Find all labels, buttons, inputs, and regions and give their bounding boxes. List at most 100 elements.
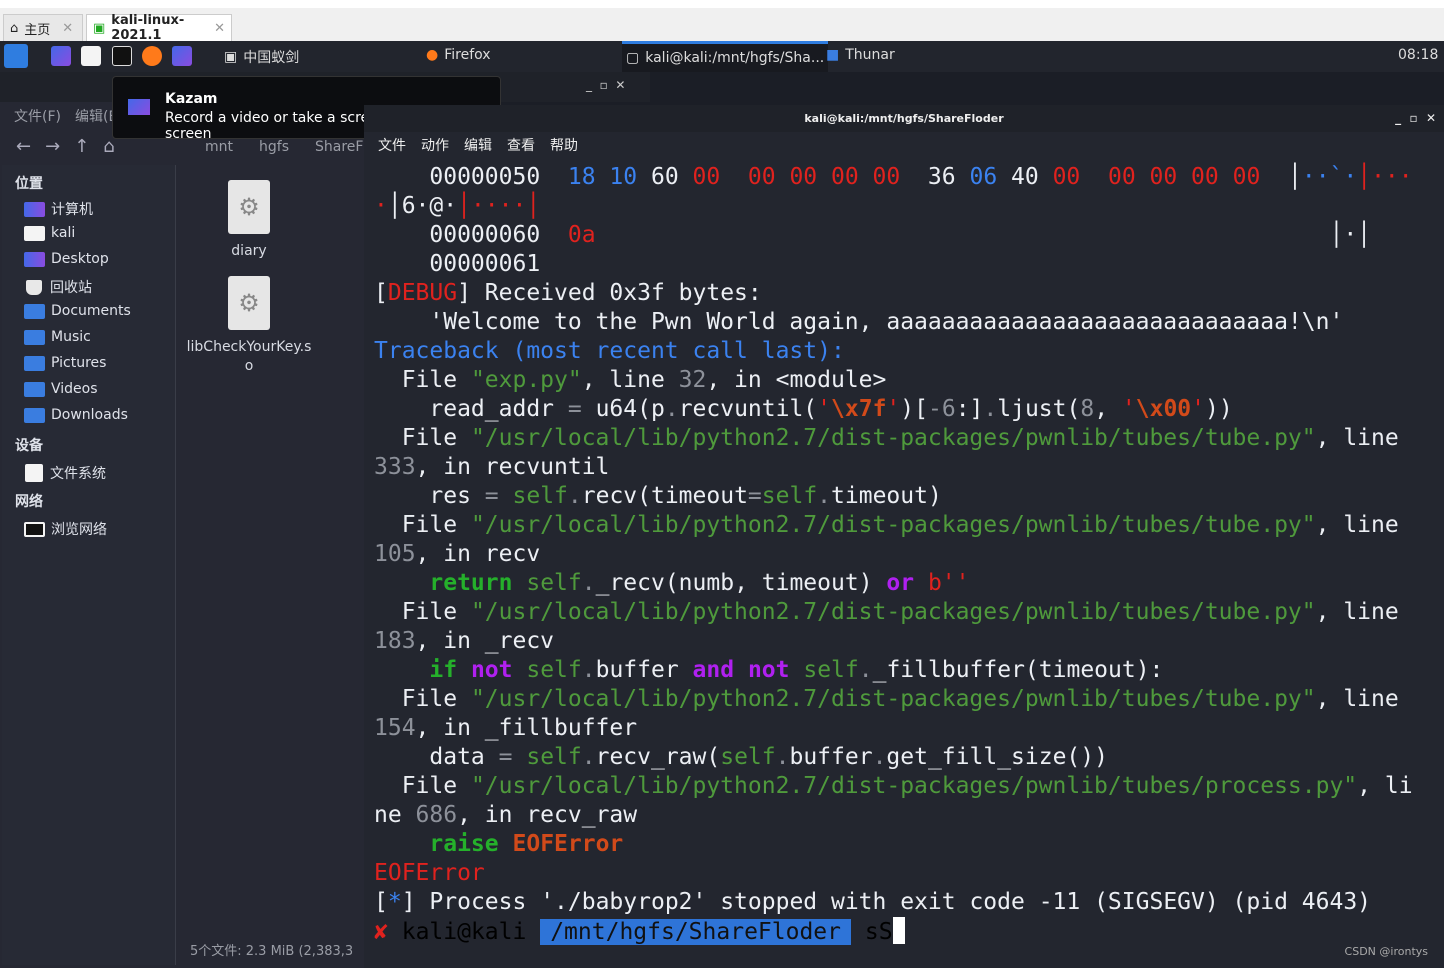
terminal-line: 333, in recvuntil [374, 453, 1413, 482]
terminal-text: "/usr/local/lib/python2.7/dist-packages/… [470, 686, 1316, 712]
terminal-text: 60 [650, 164, 693, 190]
task-thunar[interactable]: ■ Thunar [826, 47, 895, 63]
terminal-text: b'' [927, 570, 970, 596]
terminal-line: ·│6·@·│····│ [374, 192, 1413, 221]
shell-prompt[interactable]: ✘ kali@kali /mnt/hgfs/ShareFloder sS [374, 917, 905, 947]
home-icon[interactable]: ⌂ [103, 136, 114, 157]
terminal-text: self [720, 744, 776, 770]
kazam-icon[interactable] [172, 46, 192, 66]
terminal-line: data = self.recv_raw(self.buffer.get_fil… [374, 743, 1413, 772]
sidebar-item-music[interactable]: Music [24, 329, 91, 345]
firefox-icon: ● [426, 47, 439, 63]
terminal-line: [DEBUG] Received 0x3f bytes: [374, 279, 1413, 308]
task-firefox[interactable]: ● Firefox [426, 47, 491, 63]
file-item[interactable]: ⚙ diary [184, 180, 314, 261]
terminal-text: ' [1121, 396, 1136, 422]
terminal-text: \x7f [831, 396, 887, 422]
terminal-text: _recv(numb, timeout) [595, 570, 887, 596]
sidebar-item-network[interactable]: 浏览网络 [24, 519, 107, 539]
task-terminal[interactable]: ▢ kali@kali:/mnt/hgfs/Sha... [622, 41, 829, 72]
task-antsword[interactable]: ▣ 中国蚁剑 [224, 47, 299, 67]
up-icon[interactable]: ↑ [74, 136, 89, 157]
vm-icon: ▣ [93, 20, 106, 36]
sidebar-item-filesystem[interactable]: 文件系统 [24, 463, 106, 483]
firefox-icon[interactable] [142, 46, 162, 66]
sidebar-item-pictures[interactable]: Pictures [24, 355, 106, 371]
sidebar-item-kali[interactable]: kali [24, 225, 75, 241]
terminal-text: "/usr/local/lib/python2.7/dist-packages/… [470, 599, 1316, 625]
terminal-text: , in _fillbuffer [415, 715, 638, 741]
terminal-text: self [803, 657, 859, 683]
taskbar: ▣ 中国蚁剑 ● Firefox ▢ kali@kali:/mnt/hgfs/Sha.… [0, 41, 1444, 72]
terminal-text: = [747, 483, 762, 509]
kali-menu-icon[interactable] [4, 44, 28, 68]
desktop-icon [24, 251, 45, 267]
terminal-text: ne [374, 802, 416, 828]
terminal-text: │··· [1357, 164, 1413, 190]
terminal-text: 18 10 [567, 164, 651, 190]
sidebar-item-desktop[interactable]: Desktop [24, 251, 109, 267]
sidebar-item-downloads[interactable]: Downloads [24, 407, 128, 423]
watermark: CSDN @irontys [1344, 945, 1428, 958]
window-controls[interactable]: _ ▫ ✕ [1395, 105, 1436, 132]
terminal-text: . [983, 396, 998, 422]
fm-menubar: 文件(F) 编辑(E) [14, 109, 123, 125]
status-bar: 5个文件: 2.3 MiB (2,383,3 [190, 944, 354, 959]
terminal-text: , line [1315, 599, 1399, 625]
terminal-text: │·│ [595, 222, 1372, 248]
files-icon[interactable] [81, 46, 101, 66]
terminal-text: Traceback (most recent call last): [374, 338, 845, 364]
sidebar-item-videos[interactable]: Videos [24, 381, 98, 397]
terminal-output[interactable]: 00000050 18 10 60 00 00 00 00 00 36 06 4… [374, 163, 1413, 917]
terminal-text: recv_raw( [595, 744, 721, 770]
sidebar-item-trash[interactable]: 回收站 [24, 277, 92, 297]
terminal-titlebar: kali@kali:/mnt/hgfs/ShareFloder _ ▫ ✕ [364, 105, 1444, 132]
sidebar-item-documents[interactable]: Documents [24, 303, 131, 319]
terminal-text: "/usr/local/lib/python2.7/dist-packages/… [470, 773, 1358, 799]
terminal-text: not [747, 657, 790, 683]
terminal-icon[interactable] [112, 46, 132, 66]
terminal-text: 06 [969, 164, 1012, 190]
terminal-text: , line [1315, 425, 1399, 451]
tab-home[interactable]: ⌂ 主页 ✕ [3, 14, 83, 41]
documents-folder-icon [24, 303, 45, 319]
terminal-line: 154, in _fillbuffer [374, 714, 1413, 743]
terminal-line: File "/usr/local/lib/python2.7/dist-pack… [374, 685, 1413, 714]
terminal-text: . [858, 657, 873, 683]
terminal-text: 8 [1080, 396, 1095, 422]
terminal-text: , line [1315, 686, 1399, 712]
terminal-text: )[ [900, 396, 928, 422]
terminal-line: read_addr = u64(p.recvuntil('\x7f')[-6:]… [374, 395, 1413, 424]
kazam-icon [128, 99, 150, 115]
terminal-window: kali@kali:/mnt/hgfs/ShareFloder _ ▫ ✕ 文件… [364, 105, 1444, 968]
trash-icon [26, 279, 42, 295]
terminal-text: 183 [374, 628, 416, 654]
terminal-text: ] Process './babyrop2' stopped with exit… [401, 889, 1372, 915]
terminal-text: . [581, 657, 596, 683]
fm-nav-buttons: ← → ↑ ⌂ [16, 136, 115, 157]
terminal-line: File "/usr/local/lib/python2.7/dist-pack… [374, 598, 1413, 627]
window-controls[interactable]: _ ▫ ✕ [586, 78, 625, 92]
forward-icon[interactable]: → [45, 136, 60, 157]
terminal-text: 686 [415, 802, 458, 828]
close-icon[interactable]: ✕ [62, 21, 73, 36]
terminal-text: 32 [678, 367, 707, 393]
file-item[interactable]: ⚙ libCheckYourKey.so [184, 276, 314, 376]
terminal-text: get_fill_size()) [886, 744, 1108, 770]
terminal-line: res = self.recv(timeout=self.timeout) [374, 482, 1413, 511]
tab-kali-vm[interactable]: ▣ kali-linux-2021.1 ✕ [86, 13, 232, 43]
terminal-line: 105, in recv [374, 540, 1413, 569]
terminal-text: , in recv [415, 541, 541, 567]
terminal-text: , line [581, 367, 679, 393]
terminal-line: return self._recv(numb, timeout) or b'' [374, 569, 1413, 598]
close-icon[interactable]: ✕ [214, 21, 225, 36]
terminal-text: "/usr/local/lib/python2.7/dist-packages/… [470, 425, 1316, 451]
terminal-text: 154 [374, 715, 416, 741]
back-icon[interactable]: ← [16, 136, 31, 157]
folder-icon: ■ [826, 47, 840, 63]
sidebar-item-computer[interactable]: 计算机 [24, 199, 93, 219]
desktop-icon[interactable] [51, 46, 71, 66]
